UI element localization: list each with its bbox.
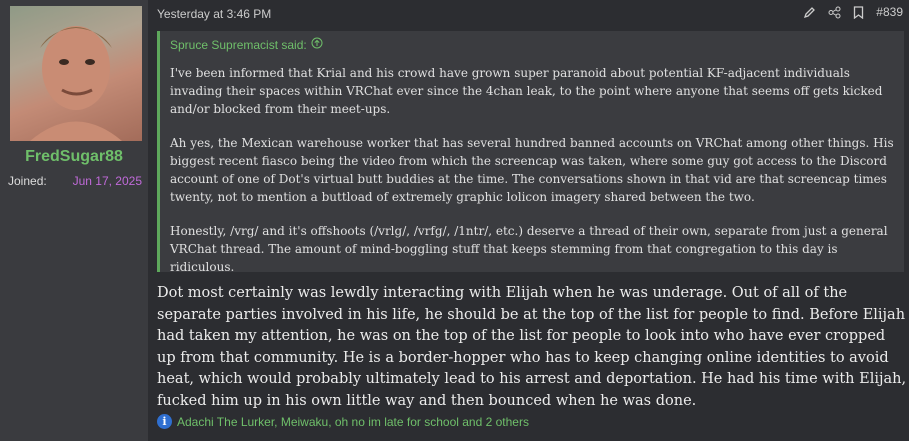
share-icon[interactable] (828, 6, 841, 19)
user-sidebar: FredSugar88 Joined: Jun 17, 2025 (0, 0, 148, 441)
edit-icon[interactable] (803, 6, 816, 19)
post-body: Dot most certainly was lewdly interactin… (157, 285, 907, 409)
joined-date: Jun 17, 2025 (72, 174, 142, 188)
post-timestamp[interactable]: Yesterday at 3:46 PM (157, 7, 271, 21)
bookmark-icon[interactable] (853, 5, 864, 19)
avatar[interactable] (10, 6, 142, 141)
username[interactable]: FredSugar88 (0, 148, 148, 166)
quote-paragraph: I've been informed that Krial and his cr… (170, 66, 883, 116)
quote-paragraph: Ah yes, the Mexican warehouse worker tha… (170, 136, 894, 204)
forum-post: FredSugar88 Joined: Jun 17, 2025 Yesterd… (0, 0, 909, 441)
joined-label: Joined: (8, 174, 47, 188)
quote-text: I've been informed that Krial and his cr… (170, 64, 896, 292)
quote-paragraph: Honestly, /vrg/ and it's offshoots (/vrl… (170, 224, 888, 274)
quote-author[interactable]: Spruce Supremacist said: (170, 37, 323, 52)
reactions-list[interactable]: Adachi The Lurker, Meiwaku, oh no im lat… (177, 415, 529, 429)
reactions-bar[interactable]: i Adachi The Lurker, Meiwaku, oh no im l… (157, 414, 529, 429)
quote-block: Spruce Supremacist said: I've been infor… (157, 31, 904, 274)
arrow-up-circle-icon[interactable] (311, 37, 323, 52)
post-number[interactable]: #839 (876, 5, 903, 19)
post-main: Yesterday at 3:46 PM #839 Spruce Suprema… (148, 0, 909, 441)
info-icon: i (157, 414, 172, 429)
quote-author-label: Spruce Supremacist said: (170, 37, 307, 52)
post-actions: #839 (803, 5, 903, 19)
